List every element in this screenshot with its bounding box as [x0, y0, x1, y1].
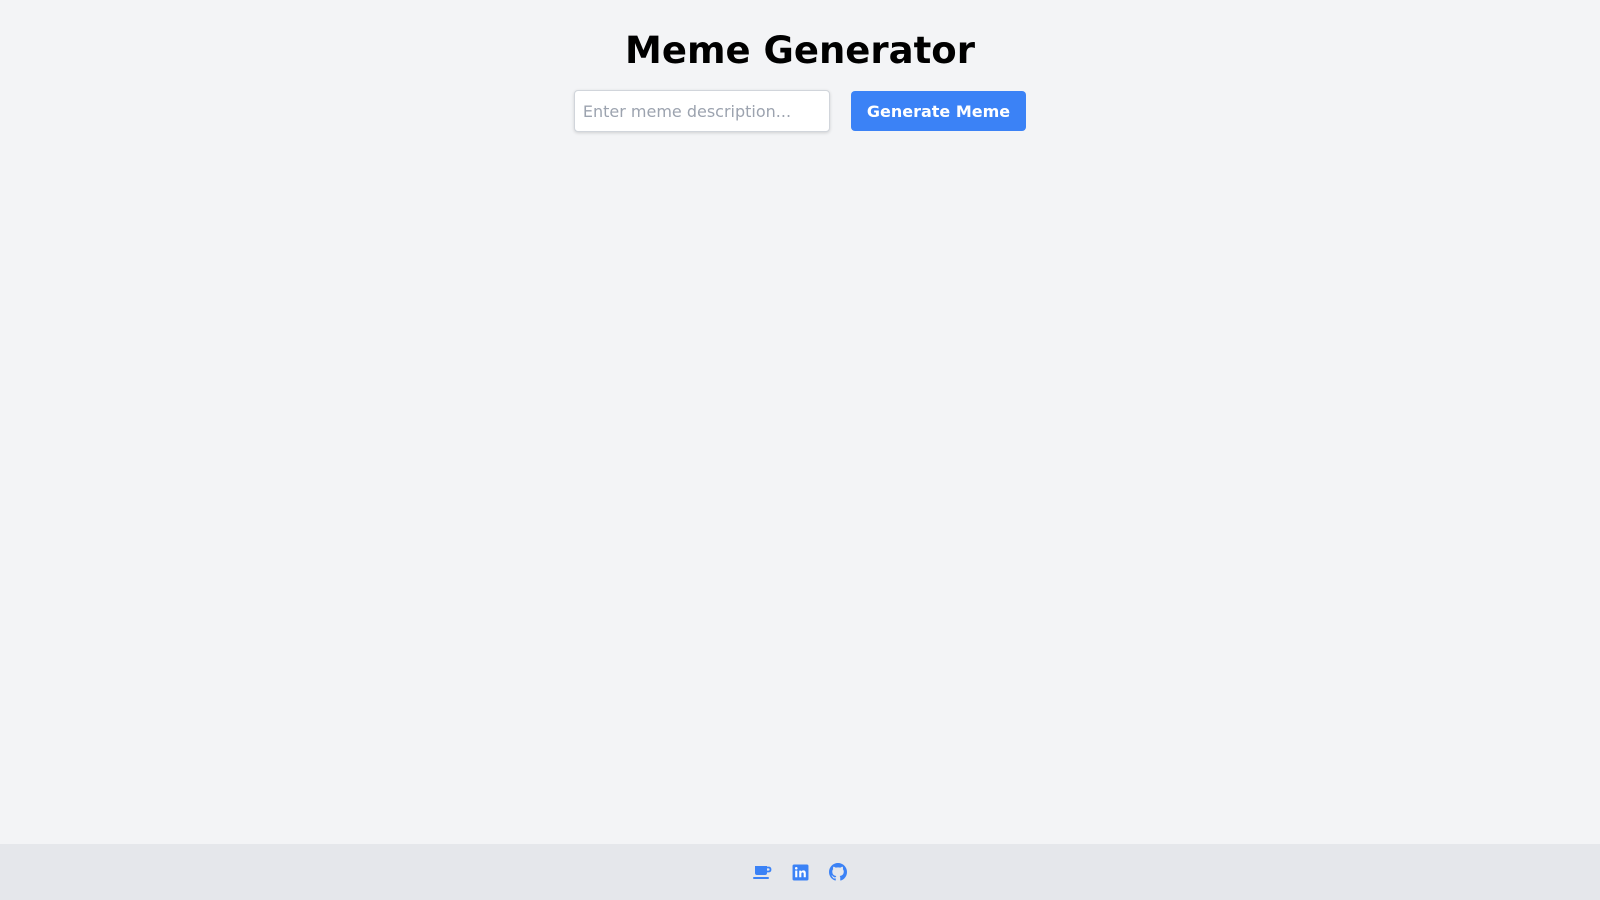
coffee-link[interactable] — [752, 862, 772, 882]
generate-meme-button[interactable]: Generate Meme — [850, 91, 1027, 131]
meme-generator-page: Meme Generator Generate Meme — [0, 0, 1600, 900]
page-title: Meme Generator — [625, 29, 975, 72]
main-content: Meme Generator Generate Meme — [0, 0, 1600, 132]
github-link[interactable] — [828, 862, 848, 882]
meme-description-input[interactable] — [573, 90, 830, 132]
coffee-cup-icon — [753, 866, 772, 879]
meme-form: Generate Meme — [573, 90, 1027, 132]
linkedin-link[interactable] — [790, 862, 810, 882]
footer — [0, 844, 1600, 900]
github-icon — [829, 863, 847, 881]
linkedin-icon — [792, 864, 808, 880]
